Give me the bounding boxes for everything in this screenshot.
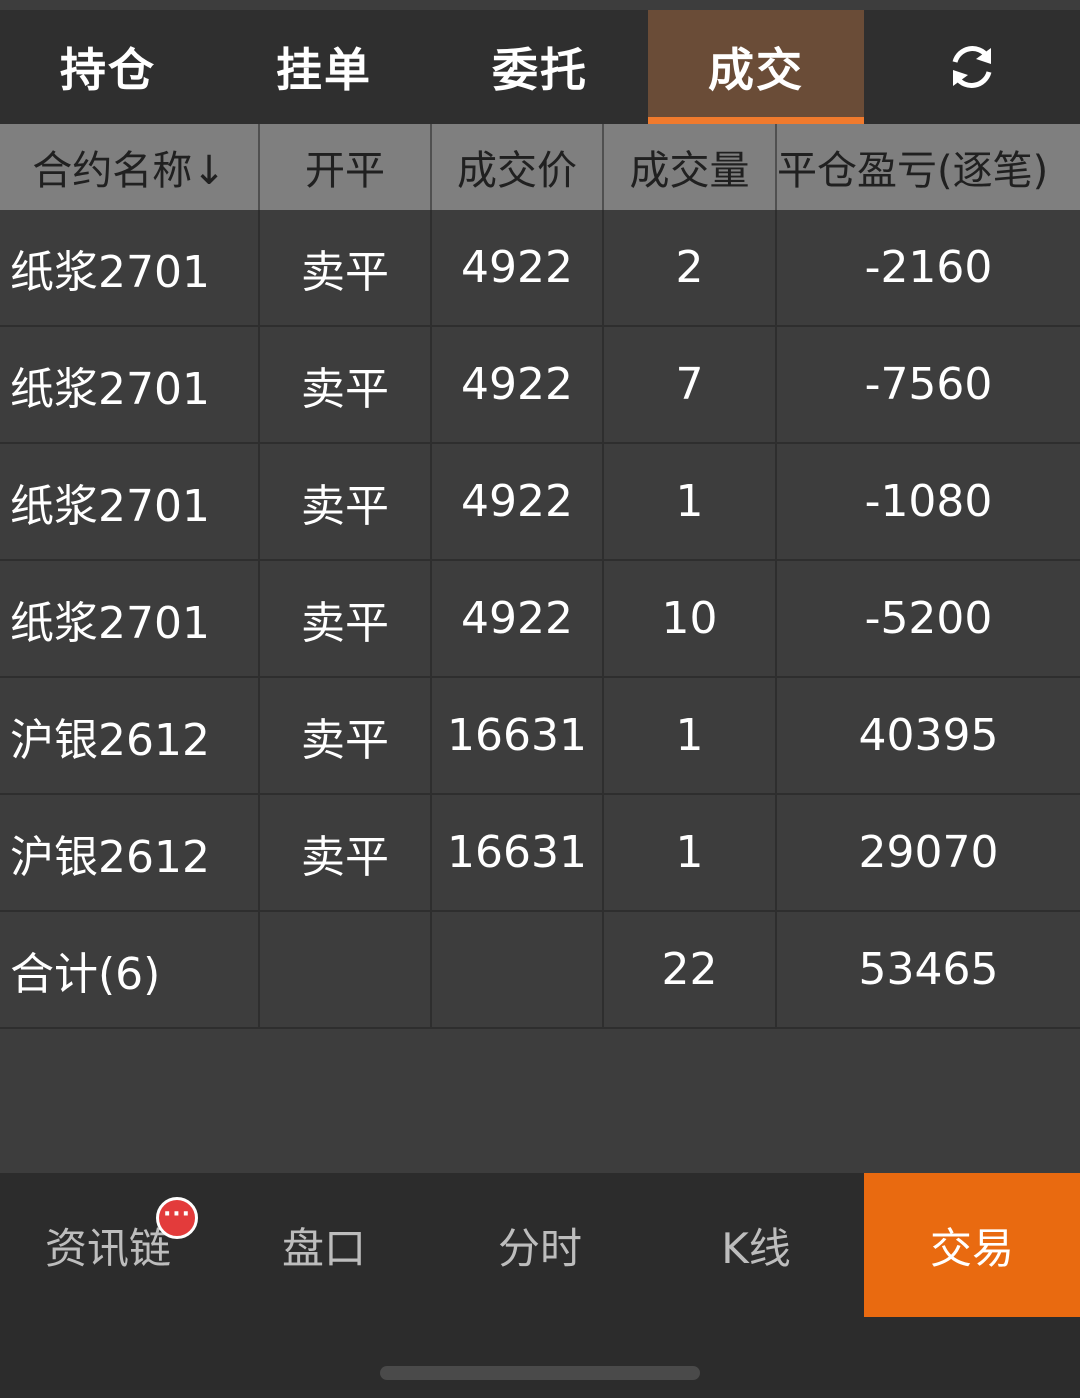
home-indicator[interactable] bbox=[380, 1366, 700, 1380]
nav-label: 资讯链 bbox=[44, 1223, 171, 1273]
cell-open-close: 卖平 bbox=[259, 794, 432, 912]
cell-open-close: 卖平 bbox=[259, 210, 432, 327]
cell-pnl: -1080 bbox=[776, 443, 1080, 561]
tab-orders[interactable]: 委托 bbox=[432, 10, 648, 124]
cell-quantity: 1 bbox=[603, 677, 777, 795]
total-pnl: 53465 bbox=[776, 911, 1080, 1029]
tab-label: 持仓 bbox=[60, 43, 156, 97]
header-close-pnl: 平仓盈亏(逐笔) bbox=[776, 124, 1080, 210]
tab-pending-orders[interactable]: 挂单 bbox=[216, 10, 432, 124]
refresh-button[interactable] bbox=[864, 10, 1080, 124]
cell-price: 4922 bbox=[431, 326, 604, 444]
nav-news[interactable]: 资讯链 ··· bbox=[0, 1173, 216, 1317]
cell-open-close: 卖平 bbox=[259, 443, 432, 561]
nav-order-book[interactable]: 盘口 bbox=[216, 1173, 432, 1317]
table-row[interactable]: 沪银2612 卖平 16631 1 29070 bbox=[0, 794, 1080, 912]
cell-contract: 纸浆2701 bbox=[0, 326, 260, 444]
header-price: 成交价 bbox=[431, 124, 604, 210]
header-open-close: 开平 bbox=[259, 124, 432, 210]
cell-pnl: -5200 bbox=[776, 560, 1080, 678]
tab-label: 委托 bbox=[492, 43, 588, 97]
cell-pnl: 40395 bbox=[776, 677, 1080, 795]
cell-pnl: -2160 bbox=[776, 210, 1080, 327]
header-contract-name[interactable]: 合约名称↓ bbox=[0, 124, 260, 210]
total-row: 合计(6) 22 53465 bbox=[0, 911, 1080, 1029]
cell-price: 16631 bbox=[431, 677, 604, 795]
status-strip bbox=[0, 0, 1080, 10]
refresh-icon bbox=[952, 46, 992, 88]
nav-intraday[interactable]: 分时 bbox=[432, 1173, 648, 1317]
total-label: 合计(6) bbox=[0, 911, 260, 1029]
cell-pnl: 29070 bbox=[776, 794, 1080, 912]
cell-quantity: 2 bbox=[603, 210, 777, 327]
cell-pnl: -7560 bbox=[776, 326, 1080, 444]
cell-quantity: 7 bbox=[603, 326, 777, 444]
cell-price: 4922 bbox=[431, 560, 604, 678]
cell-contract: 沪银2612 bbox=[0, 677, 260, 795]
nav-label: 交易 bbox=[929, 1223, 1014, 1273]
nav-trade[interactable]: 交易 bbox=[864, 1173, 1080, 1317]
nav-label: K线 bbox=[721, 1223, 791, 1273]
total-quantity: 22 bbox=[603, 911, 777, 1029]
cell-price: 4922 bbox=[431, 210, 604, 327]
trades-table: 合约名称↓ 开平 成交价 成交量 平仓盈亏(逐笔) 纸浆2701 卖平 4922… bbox=[0, 124, 1080, 1029]
cell-contract: 沪银2612 bbox=[0, 794, 260, 912]
total-empty-cell bbox=[431, 911, 604, 1029]
cell-contract: 纸浆2701 bbox=[0, 210, 260, 327]
header-quantity: 成交量 bbox=[603, 124, 777, 210]
table-row[interactable]: 纸浆2701 卖平 4922 1 -1080 bbox=[0, 443, 1080, 561]
nav-label: 盘口 bbox=[281, 1223, 366, 1273]
cell-price: 16631 bbox=[431, 794, 604, 912]
tab-label: 挂单 bbox=[276, 43, 372, 97]
cell-open-close: 卖平 bbox=[259, 326, 432, 444]
table-header-row: 合约名称↓ 开平 成交价 成交量 平仓盈亏(逐笔) bbox=[0, 124, 1080, 210]
table-row[interactable]: 纸浆2701 卖平 4922 2 -2160 bbox=[0, 210, 1080, 327]
table-row[interactable]: 沪银2612 卖平 16631 1 40395 bbox=[0, 677, 1080, 795]
cell-quantity: 1 bbox=[603, 443, 777, 561]
tab-bar: 持仓 挂单 委托 成交 bbox=[0, 10, 1080, 124]
cell-open-close: 卖平 bbox=[259, 560, 432, 678]
cell-quantity: 10 bbox=[603, 560, 777, 678]
tab-trades[interactable]: 成交 bbox=[648, 10, 864, 124]
nav-kline[interactable]: K线 bbox=[648, 1173, 864, 1317]
bottom-nav: 资讯链 ··· 盘口 分时 K线 交易 bbox=[0, 1173, 1080, 1398]
cell-open-close: 卖平 bbox=[259, 677, 432, 795]
table-row[interactable]: 纸浆2701 卖平 4922 7 -7560 bbox=[0, 326, 1080, 444]
cell-price: 4922 bbox=[431, 443, 604, 561]
more-badge-icon[interactable]: ··· bbox=[156, 1197, 198, 1239]
table-row[interactable]: 纸浆2701 卖平 4922 10 -5200 bbox=[0, 560, 1080, 678]
tab-label: 成交 bbox=[708, 43, 804, 97]
nav-label: 分时 bbox=[497, 1223, 582, 1273]
cell-contract: 纸浆2701 bbox=[0, 443, 260, 561]
cell-contract: 纸浆2701 bbox=[0, 560, 260, 678]
total-empty-cell bbox=[259, 911, 432, 1029]
cell-quantity: 1 bbox=[603, 794, 777, 912]
tab-positions[interactable]: 持仓 bbox=[0, 10, 216, 124]
